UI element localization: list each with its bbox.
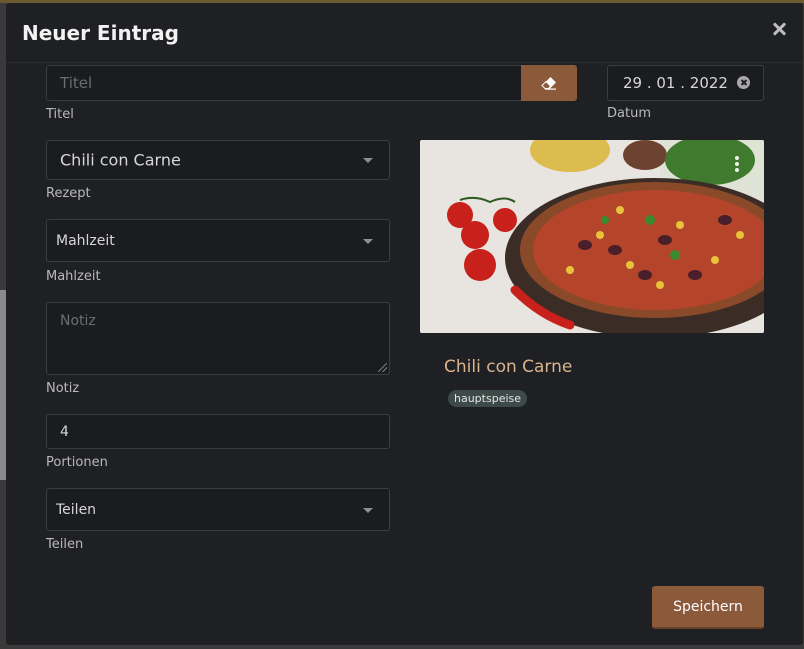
tag-badge: hauptspeise [448, 390, 528, 407]
note-placeholder: Notiz [60, 313, 96, 329]
chevron-down-icon [363, 238, 373, 244]
share-select[interactable]: Teilen [46, 488, 390, 531]
recipe-card-title[interactable]: Chili con Carne [444, 357, 572, 377]
share-label: Teilen [46, 537, 84, 552]
note-label: Notiz [46, 381, 80, 396]
dialog-title: Neuer Eintrag [22, 21, 179, 45]
note-textarea[interactable]: Notiz [46, 302, 390, 375]
title-label: Titel [46, 107, 74, 122]
servings-input[interactable]: 4 [46, 414, 390, 449]
title-input-placeholder: Titel [60, 74, 93, 92]
recipe-select[interactable]: Chili con Carne [46, 140, 390, 180]
meal-label: Mahlzeit [46, 269, 101, 284]
recipe-image [420, 140, 764, 333]
save-button[interactable]: Speichern [652, 586, 764, 629]
close-icon[interactable] [771, 21, 787, 37]
servings-label: Portionen [46, 455, 108, 470]
dialog-header: Neuer Eintrag [6, 3, 803, 63]
eraser-icon [541, 77, 556, 90]
date-field[interactable]: 29 . 01 . 2022 [607, 65, 764, 101]
date-label: Datum [607, 106, 651, 121]
chili-bowl-picture [420, 140, 764, 333]
servings-value: 4 [60, 423, 69, 440]
date-value: 29 . 01 . 2022 [623, 74, 728, 92]
title-input[interactable]: Titel [46, 65, 522, 101]
clear-circle-icon[interactable] [737, 76, 750, 89]
meal-select[interactable]: Mahlzeit [46, 219, 390, 262]
chevron-down-icon [363, 158, 373, 163]
chevron-down-icon [363, 507, 373, 513]
recipe-label: Rezept [46, 186, 91, 201]
kebab-menu-icon[interactable] [735, 156, 739, 174]
meal-select-value: Mahlzeit [56, 232, 115, 249]
eraser-button[interactable] [521, 65, 577, 101]
share-select-value: Teilen [56, 501, 97, 518]
resize-handle-icon[interactable] [378, 363, 387, 372]
recipe-select-value: Chili con Carne [60, 150, 181, 170]
